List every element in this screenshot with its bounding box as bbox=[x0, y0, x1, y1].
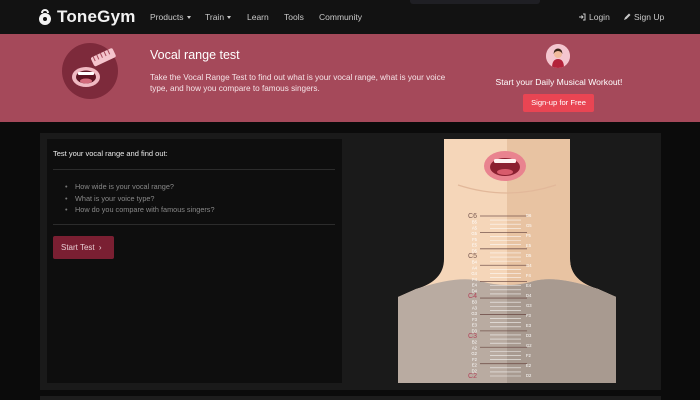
nav-learn[interactable]: Learn bbox=[247, 12, 269, 22]
hero-banner: Vocal range test Take the Vocal Range Te… bbox=[0, 34, 700, 122]
caret-down-icon bbox=[227, 16, 232, 20]
pitch-label-left: G2 bbox=[471, 351, 477, 356]
pitch-label-left: G3 bbox=[471, 311, 477, 316]
pitch-label-right: F3 bbox=[526, 313, 532, 318]
caret-down-icon bbox=[186, 16, 191, 20]
teeth bbox=[494, 159, 516, 163]
list-item: How do you compare with famous singers? bbox=[65, 204, 214, 216]
pitch-label-left: A2 bbox=[472, 345, 478, 350]
workout-person-icon bbox=[546, 44, 570, 68]
pitch-label-right: E4 bbox=[526, 283, 532, 288]
login-link[interactable]: Login bbox=[578, 12, 610, 22]
pitch-label-right: G5 bbox=[526, 223, 532, 228]
pitch-label-left: C2 bbox=[468, 373, 477, 380]
pitch-label-left: E3 bbox=[472, 323, 478, 328]
divider bbox=[53, 169, 335, 170]
vocal-range-figure: C6B5A5G5F5E5D5C5B4A4G4F4E4D4C4B3A3G3F3E3… bbox=[398, 139, 616, 383]
nav-tools[interactable]: Tools bbox=[284, 12, 304, 22]
tongue bbox=[497, 169, 513, 175]
pencil-icon bbox=[624, 13, 631, 20]
pitch-label-right: G3 bbox=[526, 303, 532, 308]
brand-logo[interactable]: ToneGym bbox=[38, 7, 136, 27]
pitch-label-left: G5 bbox=[471, 231, 477, 236]
start-test-button[interactable]: Start Test › bbox=[53, 236, 114, 259]
pitch-label-right: E5 bbox=[526, 243, 532, 248]
pitch-label-left: B4 bbox=[472, 260, 478, 265]
pitch-label-right: F5 bbox=[526, 233, 532, 238]
login-icon bbox=[579, 13, 586, 21]
list-item: How wide is your vocal range? bbox=[65, 181, 215, 193]
info-card bbox=[47, 139, 342, 383]
page-title: Vocal range test bbox=[150, 48, 240, 62]
pitch-label-left: E2 bbox=[472, 363, 478, 368]
pitch-label-right: E3 bbox=[526, 323, 532, 328]
pitch-label-left: G4 bbox=[471, 271, 477, 276]
pitch-label-right: D5 bbox=[526, 253, 532, 258]
pitch-label-right: D4 bbox=[526, 293, 532, 298]
bottom-strip bbox=[40, 396, 661, 400]
pitch-label-right: D2 bbox=[526, 373, 532, 378]
pitch-label-left: F2 bbox=[472, 357, 478, 362]
nav-community[interactable]: Community bbox=[319, 12, 362, 22]
pitch-label-right: F2 bbox=[526, 353, 532, 358]
feature-list: How wide is your vocal range? What is yo… bbox=[65, 181, 215, 216]
nav-train[interactable]: Train bbox=[205, 12, 232, 22]
brand-name: ToneGym bbox=[57, 7, 136, 26]
divider bbox=[53, 224, 335, 225]
signup-link[interactable]: Sign Up bbox=[623, 12, 664, 22]
kettlebell-icon bbox=[39, 9, 51, 25]
top-strip bbox=[410, 0, 540, 4]
signup-free-button[interactable]: Sign-up for Free bbox=[523, 94, 594, 112]
chevron-right-icon: › bbox=[98, 243, 102, 252]
hero-description: Take the Vocal Range Test to find out wh… bbox=[150, 73, 446, 93]
pitch-label-left: F3 bbox=[472, 317, 478, 322]
list-item: What is your voice type? bbox=[65, 193, 215, 205]
pitch-label-right: G4 bbox=[526, 263, 532, 268]
singing-mouth-icon bbox=[62, 43, 118, 99]
pitch-label-left: A4 bbox=[472, 265, 478, 270]
pitch-label-right: D6 bbox=[526, 213, 532, 218]
nav-products[interactable]: Products bbox=[150, 12, 191, 22]
pitch-label-left: E4 bbox=[472, 283, 478, 288]
pitch-label-left: F5 bbox=[472, 237, 478, 242]
pitch-label-left: B3 bbox=[472, 300, 478, 305]
pitch-label-left: A5 bbox=[472, 225, 478, 230]
pitch-label-right: E2 bbox=[526, 363, 532, 368]
pitch-label-left: B2 bbox=[472, 340, 478, 345]
cta-text: Start your Daily Musical Workout! bbox=[495, 77, 623, 87]
card-title: Test your vocal range and find out: bbox=[53, 149, 168, 158]
pitch-label-left: F4 bbox=[472, 277, 478, 282]
avatar bbox=[546, 44, 570, 68]
pitch-label-right: D3 bbox=[526, 333, 532, 338]
pitch-label-right: G2 bbox=[526, 343, 532, 348]
pitch-label-left: E5 bbox=[472, 243, 478, 248]
top-navbar: ToneGym Products Train Learn Tools Commu… bbox=[0, 0, 700, 34]
pitch-label-left: B5 bbox=[472, 220, 478, 225]
pitch-label-left: A3 bbox=[472, 305, 478, 310]
pitch-label-right: F4 bbox=[526, 273, 532, 278]
